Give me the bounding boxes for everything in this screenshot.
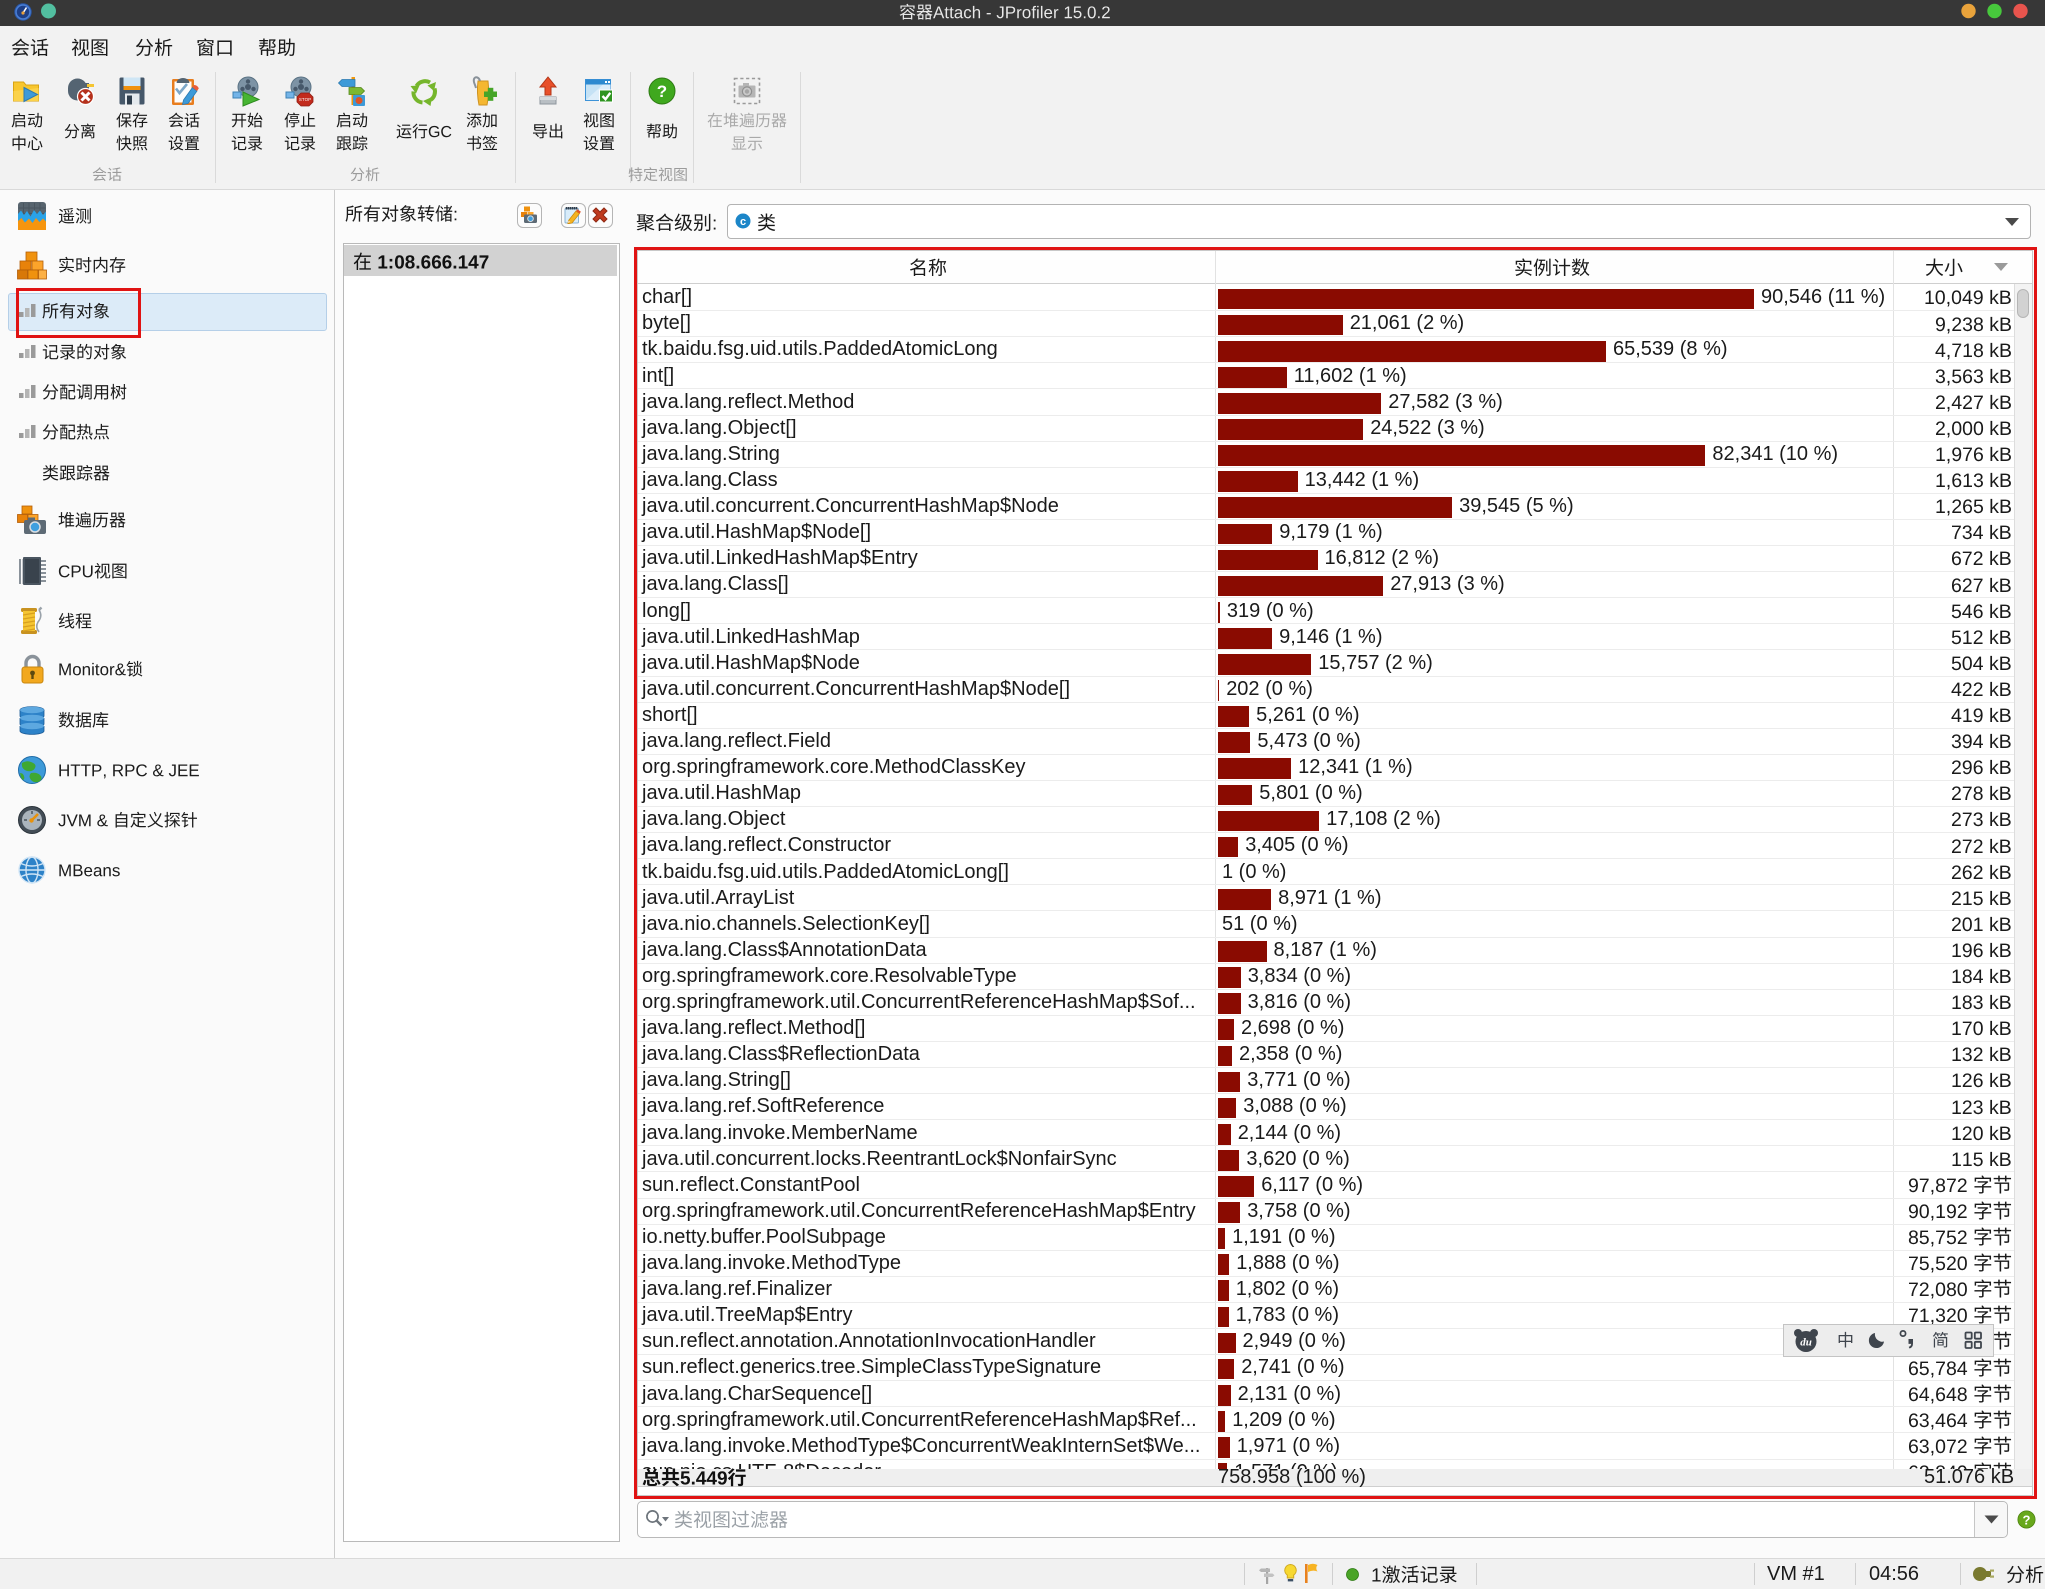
svg-text:STOP: STOP (299, 97, 311, 102)
svg-text:?: ? (2023, 1512, 2031, 1527)
svg-text:?: ? (657, 82, 667, 101)
svg-text:du: du (1800, 1337, 1812, 1349)
svg-text:c: c (740, 216, 746, 228)
